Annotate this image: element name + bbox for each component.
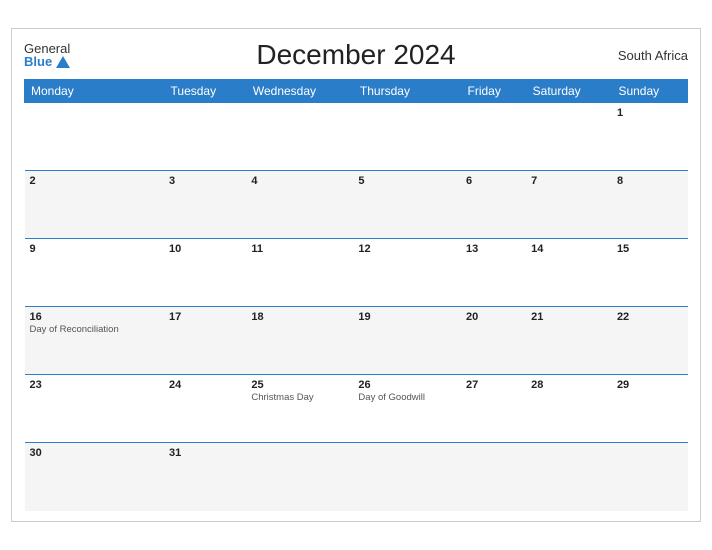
day-number: 5 (358, 175, 456, 187)
calendar-cell: 16Day of Reconciliation (25, 307, 165, 375)
calendar-cell: 13 (461, 239, 526, 307)
calendar-cell: 11 (246, 239, 353, 307)
day-number: 27 (466, 379, 521, 391)
header-wednesday: Wednesday (246, 80, 353, 103)
calendar-cell: 19 (353, 307, 461, 375)
day-number: 13 (466, 243, 521, 255)
calendar-cell (526, 443, 612, 511)
calendar-cell: 21 (526, 307, 612, 375)
header-sunday: Sunday (612, 80, 688, 103)
calendar-cell (461, 103, 526, 171)
calendar-week-row: 30 31 (25, 443, 688, 511)
day-number: 11 (251, 243, 348, 255)
day-number: 24 (169, 379, 241, 391)
country-label: South Africa (618, 48, 688, 63)
day-number: 22 (617, 311, 683, 323)
calendar-cell: 18 (246, 307, 353, 375)
day-event: Christmas Day (251, 392, 348, 404)
calendar-cell: 14 (526, 239, 612, 307)
calendar-week-row: 2345678 (25, 171, 688, 239)
day-number: 4 (251, 175, 348, 187)
calendar-cell: 28 (526, 375, 612, 443)
day-number: 17 (169, 311, 241, 323)
calendar-cell: 1 (612, 103, 688, 171)
calendar-cell: 7 (526, 171, 612, 239)
calendar-cell (353, 443, 461, 511)
header-saturday: Saturday (526, 80, 612, 103)
calendar-header: General Blue December 2024 South Africa (24, 39, 688, 71)
logo-triangle-icon (56, 56, 70, 68)
header-friday: Friday (461, 80, 526, 103)
calendar-cell: 15 (612, 239, 688, 307)
calendar-cell: 6 (461, 171, 526, 239)
day-number: 7 (531, 175, 607, 187)
day-number: 26 (358, 379, 456, 391)
day-number: 10 (169, 243, 241, 255)
calendar-cell: 5 (353, 171, 461, 239)
calendar-cell: 24 (164, 375, 246, 443)
calendar-grid: Monday Tuesday Wednesday Thursday Friday… (24, 79, 688, 511)
day-number: 1 (617, 107, 683, 119)
calendar-cell: 2 (25, 171, 165, 239)
day-number: 8 (617, 175, 683, 187)
calendar-cell: 31 (164, 443, 246, 511)
day-event: Day of Reconciliation (30, 324, 160, 336)
day-number: 21 (531, 311, 607, 323)
calendar-cell: 30 (25, 443, 165, 511)
day-number: 30 (30, 447, 160, 459)
calendar-cell (461, 443, 526, 511)
calendar-week-row: 16Day of Reconciliation 17 18 19 20 21 22 (25, 307, 688, 375)
day-number: 20 (466, 311, 521, 323)
day-number: 28 (531, 379, 607, 391)
calendar-cell: 17 (164, 307, 246, 375)
calendar-week-row: 1 (25, 103, 688, 171)
calendar-cell: 10 (164, 239, 246, 307)
calendar-cell: 27 (461, 375, 526, 443)
day-number: 16 (30, 311, 160, 323)
calendar-cell: 4 (246, 171, 353, 239)
logo: General Blue (24, 42, 70, 68)
calendar-cell: 22 (612, 307, 688, 375)
calendar-cell: 25Christmas Day (246, 375, 353, 443)
calendar-cell (612, 443, 688, 511)
calendar-cell: 26Day of Goodwill (353, 375, 461, 443)
calendar-cell (25, 103, 165, 171)
header-monday: Monday (25, 80, 165, 103)
day-number: 19 (358, 311, 456, 323)
calendar-cell: 8 (612, 171, 688, 239)
day-number: 23 (30, 379, 160, 391)
calendar-cell (246, 103, 353, 171)
calendar-container: General Blue December 2024 South Africa … (11, 28, 701, 522)
weekday-header-row: Monday Tuesday Wednesday Thursday Friday… (25, 80, 688, 103)
day-number: 15 (617, 243, 683, 255)
day-number: 14 (531, 243, 607, 255)
header-thursday: Thursday (353, 80, 461, 103)
day-number: 2 (30, 175, 160, 187)
calendar-cell: 12 (353, 239, 461, 307)
calendar-cell: 3 (164, 171, 246, 239)
day-event: Day of Goodwill (358, 392, 456, 404)
header-tuesday: Tuesday (164, 80, 246, 103)
calendar-cell: 20 (461, 307, 526, 375)
calendar-cell (246, 443, 353, 511)
calendar-title: December 2024 (256, 39, 455, 71)
day-number: 18 (251, 311, 348, 323)
calendar-cell (526, 103, 612, 171)
day-number: 31 (169, 447, 241, 459)
day-number: 6 (466, 175, 521, 187)
calendar-cell (353, 103, 461, 171)
calendar-cell: 23 (25, 375, 165, 443)
day-number: 12 (358, 243, 456, 255)
calendar-week-row: 232425Christmas Day26Day of Goodwill2728… (25, 375, 688, 443)
calendar-cell: 29 (612, 375, 688, 443)
calendar-week-row: 9 10 11 12 13 14 15 (25, 239, 688, 307)
day-number: 25 (251, 379, 348, 391)
day-number: 3 (169, 175, 241, 187)
day-number: 29 (617, 379, 683, 391)
calendar-cell (164, 103, 246, 171)
day-number: 9 (30, 243, 160, 255)
logo-blue-text: Blue (24, 55, 70, 68)
calendar-cell: 9 (25, 239, 165, 307)
